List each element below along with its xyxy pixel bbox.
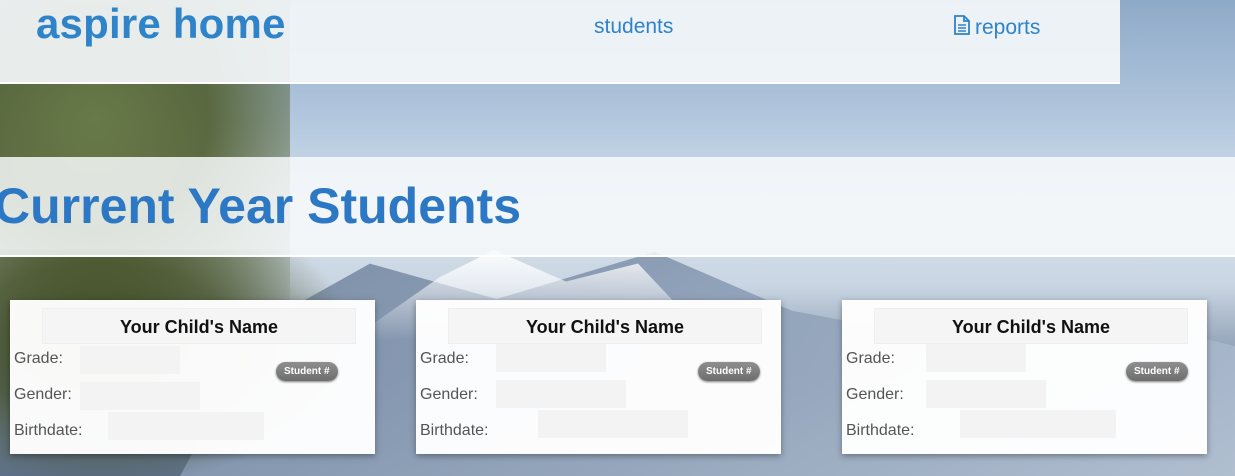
- grade-value-redacted: [926, 344, 1026, 372]
- grade-label: Grade:: [14, 350, 63, 367]
- student-number-badge[interactable]: Student #: [276, 362, 338, 381]
- child-name: Your Child's Name: [952, 317, 1110, 337]
- child-name: Your Child's Name: [526, 317, 684, 337]
- student-number-badge[interactable]: Student #: [698, 362, 760, 381]
- grade-label: Grade:: [846, 350, 895, 367]
- birthdate-label: Birthdate:: [846, 422, 915, 439]
- student-card[interactable]: Your Child's Name Grade: Gender: Birthda…: [842, 300, 1207, 454]
- birthdate-label: Birthdate:: [14, 422, 83, 439]
- child-name-box: Your Child's Name: [448, 308, 762, 344]
- document-icon: [953, 15, 971, 41]
- child-name-box: Your Child's Name: [874, 308, 1188, 344]
- grade-value-redacted: [496, 344, 606, 372]
- gender-value-redacted: [926, 380, 1046, 408]
- birthdate-value-redacted: [108, 412, 264, 440]
- nav-students-link[interactable]: students: [594, 15, 673, 39]
- gender-label: Gender:: [14, 386, 72, 403]
- top-navigation-bar: aspire home students reports: [0, 0, 1120, 84]
- gender-label: Gender:: [420, 386, 478, 403]
- child-name-box: Your Child's Name: [42, 308, 356, 344]
- gender-label: Gender:: [846, 386, 904, 403]
- nav-reports-link[interactable]: reports: [953, 15, 1040, 41]
- grade-value-redacted: [80, 346, 180, 374]
- page-title-band: Current Year Students: [0, 157, 1235, 257]
- gender-value-redacted: [80, 382, 200, 410]
- student-number-badge[interactable]: Student #: [1126, 362, 1188, 381]
- birthdate-value-redacted: [960, 410, 1116, 438]
- birthdate-value-redacted: [538, 410, 688, 438]
- brand-logo[interactable]: aspire home: [36, 0, 286, 48]
- child-name: Your Child's Name: [120, 317, 278, 337]
- student-card[interactable]: Your Child's Name Grade: Gender: Birthda…: [416, 300, 781, 454]
- student-card[interactable]: Your Child's Name Grade: Gender: Birthda…: [10, 300, 375, 454]
- grade-label: Grade:: [420, 350, 469, 367]
- birthdate-label: Birthdate:: [420, 422, 489, 439]
- nav-reports-label: reports: [975, 16, 1041, 39]
- page-title: Current Year Students: [0, 178, 522, 234]
- gender-value-redacted: [496, 380, 626, 408]
